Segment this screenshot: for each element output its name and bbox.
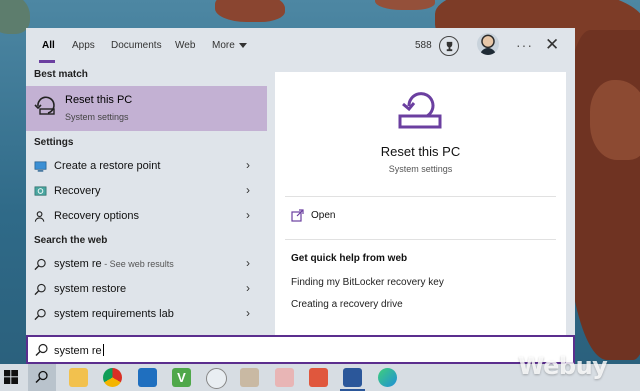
help-link-bitlocker[interactable]: Finding my BitLocker recovery key xyxy=(291,277,444,288)
close-icon[interactable]: ✕ xyxy=(545,35,559,55)
web-result-label: system requirements lab xyxy=(54,308,174,320)
avatar-shoulders xyxy=(480,48,496,55)
tab-documents[interactable]: Documents xyxy=(111,40,162,54)
open-icon xyxy=(291,209,304,222)
web-result-system-restore[interactable]: system restore › xyxy=(26,278,267,302)
divider xyxy=(285,239,556,240)
tab-web[interactable]: Web xyxy=(175,40,195,54)
chevron-down-icon xyxy=(238,42,247,48)
search-box[interactable]: system re xyxy=(26,335,575,364)
more-options-icon[interactable]: ··· xyxy=(516,37,533,53)
paint-icon[interactable] xyxy=(240,368,259,387)
search-input[interactable]: system re xyxy=(54,344,104,357)
search-input-value: system re xyxy=(54,345,102,357)
paint-3d-icon[interactable] xyxy=(309,368,328,387)
taskbar-search-button[interactable] xyxy=(28,364,56,391)
detail-title: Reset this PC xyxy=(380,144,461,159)
reset-pc-icon xyxy=(398,92,442,129)
web-result-suffix: - See web results xyxy=(101,259,174,269)
file-explorer-icon[interactable] xyxy=(69,368,88,387)
divider xyxy=(285,196,556,197)
search-icon xyxy=(34,283,46,296)
best-match-title: Reset this PC xyxy=(65,94,133,106)
search-panel: All Apps Documents Web More 588 ··· ✕ Be… xyxy=(26,28,575,335)
search-header: All Apps Documents Web More 588 ··· ✕ xyxy=(26,28,575,64)
monitor-icon xyxy=(34,161,47,172)
search-icon xyxy=(35,343,48,356)
tab-more-label: More xyxy=(212,40,235,51)
settings-item-label: Recovery xyxy=(54,185,101,197)
rewards-points: 588 xyxy=(415,40,432,51)
settings-item-recovery[interactable]: Recovery › xyxy=(26,180,267,204)
avatar[interactable] xyxy=(477,33,499,55)
web-result-label: system restore xyxy=(54,283,127,295)
rock-decoration xyxy=(565,30,640,360)
web-result-system-requirements-lab[interactable]: system requirements lab › xyxy=(26,303,267,327)
chevron-right-icon[interactable]: › xyxy=(246,158,250,172)
settings-item-create-restore-point[interactable]: Create a restore point › xyxy=(26,155,267,179)
section-settings: Settings xyxy=(34,137,74,148)
help-link-recovery-drive[interactable]: Creating a recovery drive xyxy=(291,299,403,310)
person-icon xyxy=(34,211,45,222)
settings-item-recovery-options[interactable]: Recovery options › xyxy=(26,205,267,229)
results-list: Best match Reset this PC System settings… xyxy=(26,64,267,335)
section-best-match: Best match xyxy=(34,69,88,80)
detail-pane: Reset this PC System settings Open Get q… xyxy=(275,72,566,335)
store-icon[interactable] xyxy=(138,368,157,387)
web-result-system-re[interactable]: system re - See web results › xyxy=(26,253,267,277)
settings-item-label: Create a restore point xyxy=(54,160,161,172)
text-caret xyxy=(102,344,104,356)
search-icon xyxy=(34,258,46,271)
search-icon xyxy=(35,370,48,384)
snip-icon[interactable] xyxy=(275,368,294,387)
quick-help-heading: Get quick help from web xyxy=(291,253,408,264)
recovery-icon xyxy=(34,186,47,196)
chevron-right-icon[interactable]: › xyxy=(246,306,250,320)
web-result-query: system re xyxy=(54,258,102,270)
web-result-label: system re - See web results xyxy=(54,258,174,270)
veeam-icon[interactable]: V xyxy=(172,368,191,387)
chevron-right-icon[interactable]: › xyxy=(246,183,250,197)
windows-start-icon[interactable] xyxy=(4,370,18,384)
section-search-web: Search the web xyxy=(34,235,108,246)
open-label: Open xyxy=(311,210,336,221)
rock-decoration xyxy=(590,80,640,160)
tab-more[interactable]: More xyxy=(212,40,247,54)
rock-decoration xyxy=(215,0,285,22)
chevron-right-icon[interactable]: › xyxy=(246,256,250,270)
settings-item-label: Recovery options xyxy=(54,210,139,222)
edge-icon[interactable] xyxy=(378,368,397,387)
reset-pc-icon xyxy=(34,96,55,115)
detail-subtitle: System settings xyxy=(388,164,453,174)
tab-all[interactable]: All xyxy=(42,40,55,54)
active-tab-indicator xyxy=(39,60,55,63)
chevron-right-icon[interactable]: › xyxy=(246,281,250,295)
word-icon[interactable] xyxy=(343,368,362,387)
webuy-watermark: Webuy xyxy=(518,352,608,380)
chrome-icon[interactable] xyxy=(103,368,122,387)
best-match-item[interactable]: Reset this PC System settings xyxy=(26,86,267,131)
best-match-subtitle: System settings xyxy=(65,112,129,122)
rock-decoration xyxy=(375,0,435,10)
search-icon xyxy=(34,308,46,321)
tab-apps[interactable]: Apps xyxy=(72,40,95,54)
chevron-right-icon[interactable]: › xyxy=(246,208,250,222)
magnifier-icon[interactable] xyxy=(206,368,227,389)
trophy-icon[interactable] xyxy=(439,36,459,56)
